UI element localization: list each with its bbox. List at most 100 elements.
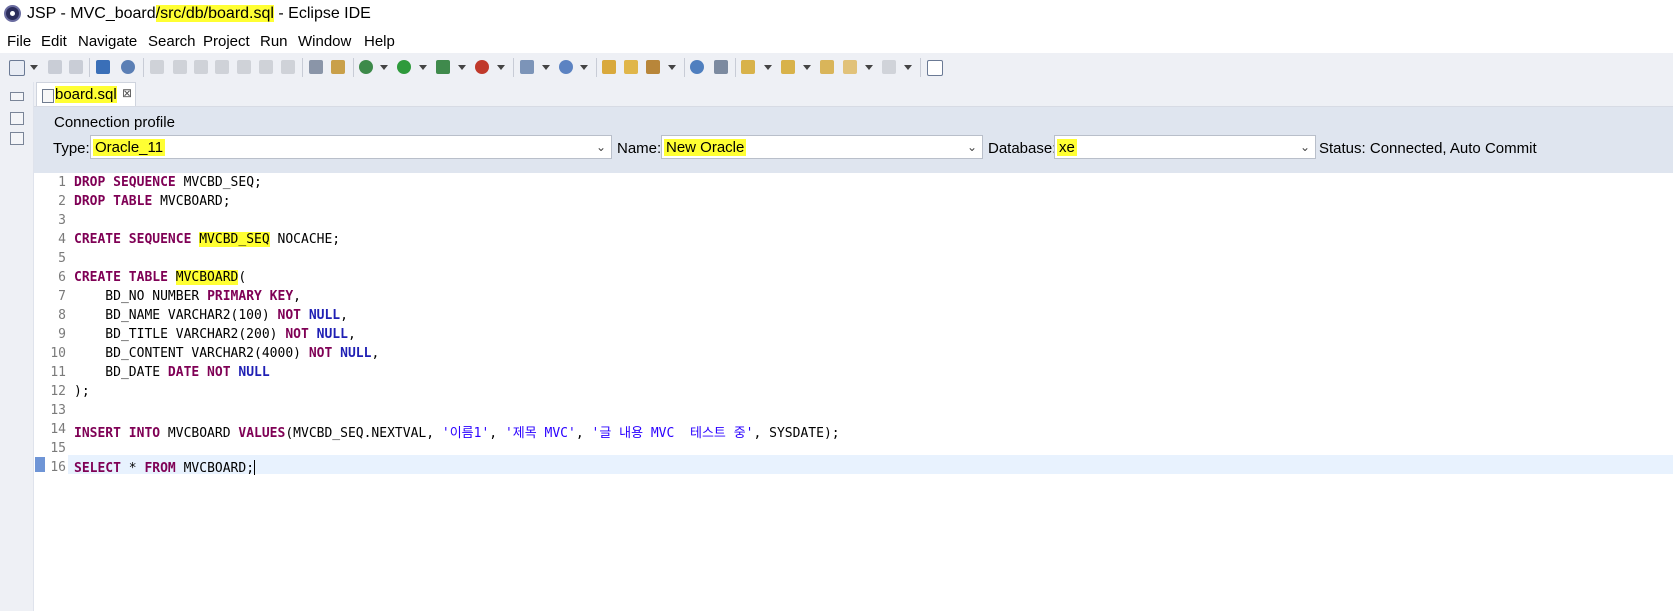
sql-execute-icon[interactable] [331,60,345,74]
disconnect-icon[interactable] [215,60,229,74]
run-external-tools-icon[interactable] [475,60,489,74]
last-edit-location-icon[interactable] [820,60,834,74]
next-annotation-dropdown-arrow-icon[interactable] [764,65,772,70]
line-number: 3 [58,213,66,228]
sql-text: (MVCBD_SEQ.NEXTVAL, [285,426,442,441]
coverage-icon[interactable] [436,60,450,74]
open-perspective-icon[interactable] [927,60,943,76]
run-icon[interactable] [397,60,411,74]
close-tab-icon[interactable]: ⊠ [122,86,132,100]
previous-annotation-icon[interactable] [781,60,795,74]
sql-text: NOCACHE; [269,232,341,247]
code-area[interactable]: 1 2 3 4 5 6 7 8 9 10 11 12 13 14 15 16 D… [34,173,1673,611]
new-dropdown-arrow-icon[interactable] [30,65,38,70]
menu-help[interactable]: Help [364,33,395,50]
sql-text: MVCBOARD; [152,194,231,209]
step-into-icon[interactable] [237,60,251,74]
terminate-icon[interactable] [194,60,208,74]
code-line: SELECT * FROM MVCBOARD; [74,460,256,476]
resume-icon[interactable] [150,60,164,74]
toggle-breadcrumb-icon[interactable] [714,60,728,74]
sequence-name: MVCBD_SEQ [199,232,270,247]
sql-keyword: SELECT [74,461,121,476]
sql-keyword: INSERT INTO [74,426,161,441]
menu-navigate[interactable]: Navigate [78,33,137,50]
forward-icon[interactable] [882,60,896,74]
java-dropdown-arrow-icon[interactable] [580,65,588,70]
sql-text: MVCBOARD; [175,461,255,476]
run-dropdown-arrow-icon[interactable] [419,65,427,70]
new-icon[interactable] [9,60,25,76]
toolbar-separator [513,58,514,77]
sql-keyword: NULL [340,346,372,361]
sql-keyword: NULL [316,327,348,342]
bookmark-marker [35,457,45,472]
title-app: - Eclipse IDE [273,5,371,22]
sql-text: BD_CONTENT VARCHAR2(4000) [74,346,309,361]
sql-file-icon [42,89,54,103]
open-type-icon[interactable] [602,60,616,74]
step-return-icon[interactable] [281,60,295,74]
web-browser-icon[interactable] [690,60,704,74]
sql-string: '이름1' [441,426,490,441]
type-select[interactable]: Oracle_11 ⌄ [90,135,612,159]
menu-file[interactable]: File [7,33,31,50]
chevron-down-icon: ⌄ [595,140,606,154]
search-icon[interactable] [646,60,660,74]
line-number: 12 [50,384,66,399]
database-select[interactable]: xe ⌄ [1054,135,1316,159]
code-line: CREATE SEQUENCE MVCBD_SEQ NOCACHE; [74,232,340,247]
title-file-path: /src/db/board.sql [155,5,274,22]
server-dropdown-arrow-icon[interactable] [542,65,550,70]
search-dropdown-arrow-icon[interactable] [668,65,676,70]
sql-text: , [489,426,505,441]
sql-keyword: NULL [238,365,270,380]
package-explorer-icon[interactable] [10,112,24,125]
window-title: JSP - MVC_board/src/db/board.sql - Eclip… [27,5,371,23]
external-tools-dropdown-arrow-icon[interactable] [497,65,505,70]
suspend-icon[interactable] [173,60,187,74]
toolbar-separator [353,58,354,77]
menu-run[interactable]: Run [260,33,288,50]
skip-breakpoints-icon[interactable] [121,60,135,74]
next-annotation-icon[interactable] [741,60,755,74]
toolbar-separator [596,58,597,77]
name-select[interactable]: New Oracle ⌄ [661,135,983,159]
restore-icon[interactable] [10,92,24,101]
code-line: BD_DATE DATE NOT NULL [74,365,270,380]
line-number: 6 [58,270,66,285]
forward-dropdown-arrow-icon[interactable] [904,65,912,70]
previous-annotation-dropdown-arrow-icon[interactable] [803,65,811,70]
use-step-filters-icon[interactable] [309,60,323,74]
menu-search[interactable]: Search [148,33,196,50]
back-dropdown-arrow-icon[interactable] [865,65,873,70]
open-console-icon[interactable] [96,60,110,74]
outline-icon[interactable] [10,132,24,145]
back-icon[interactable] [843,60,857,74]
debug-dropdown-arrow-icon[interactable] [380,65,388,70]
menu-edit[interactable]: Edit [41,33,67,50]
database-value: xe [1057,139,1077,156]
step-over-icon[interactable] [259,60,273,74]
sql-keyword: DATE NOT [167,365,231,380]
debug-icon[interactable] [359,60,373,74]
menu-window[interactable]: Window [298,33,351,50]
open-task-icon[interactable] [624,60,638,74]
table-name: MVCBOARD [175,270,239,285]
coverage-dropdown-arrow-icon[interactable] [458,65,466,70]
menu-project[interactable]: Project [203,33,250,50]
line-number: 11 [50,365,66,380]
new-server-icon[interactable] [520,60,534,74]
sql-keyword: DROP SEQUENCE [74,175,176,190]
sql-keyword: NOT [277,308,301,323]
save-icon[interactable] [48,60,62,74]
tab-board-sql[interactable]: board.sql ⊠ [36,82,136,106]
new-java-class-icon[interactable] [559,60,573,74]
sql-string: '제목 MVC' [504,426,576,441]
connection-profile-title: Connection profile [54,114,175,131]
eclipse-icon [4,5,21,22]
line-number: 14 [50,422,66,437]
save-all-icon[interactable] [69,60,83,74]
menu-bar: File Edit Navigate Search Project Run Wi… [0,29,1673,53]
toolbar-separator [920,58,921,77]
